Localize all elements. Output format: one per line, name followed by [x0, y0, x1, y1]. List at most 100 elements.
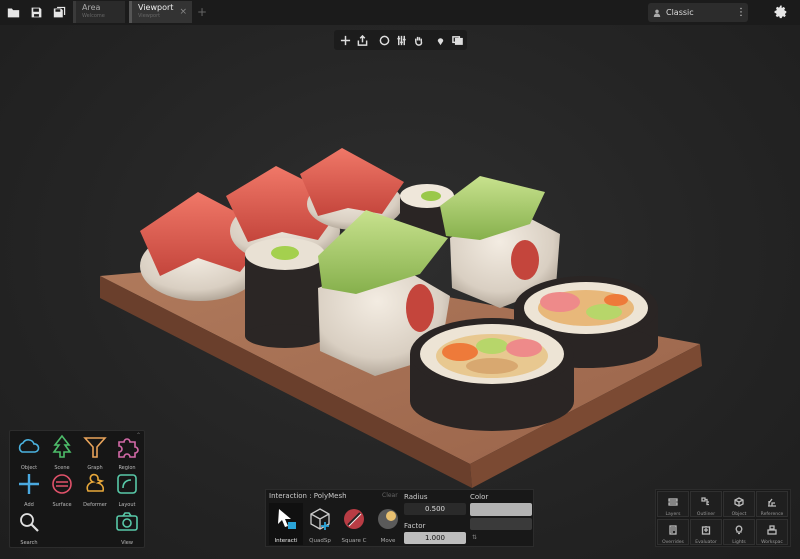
evaluator-icon — [701, 526, 711, 535]
close-icon[interactable]: × — [179, 7, 187, 17]
button-label: Overrides — [662, 540, 684, 545]
user-icon — [653, 9, 661, 17]
export-icon[interactable] — [355, 32, 370, 48]
surface-icon — [52, 474, 72, 494]
search-icon — [20, 513, 39, 532]
object-button[interactable]: Object — [723, 491, 755, 517]
palette-item-surface[interactable]: Surface — [46, 471, 78, 508]
windows-icon[interactable] — [450, 32, 465, 48]
layout-icon — [117, 474, 137, 494]
palette-label: Layout — [118, 502, 136, 508]
workspace-icon — [767, 525, 777, 535]
button-label: Layers — [665, 512, 681, 517]
cucumber-maki — [245, 238, 325, 348]
tab-area[interactable]: Area Welcome — [73, 1, 125, 23]
palette-item-view[interactable]: View — [111, 509, 143, 546]
palette-item-deformer[interactable]: Deformer — [79, 471, 111, 508]
factor-label: Factor — [404, 522, 426, 530]
viewport-toolbar — [334, 30, 467, 50]
palette-item-add[interactable]: Add — [13, 471, 45, 508]
button-label: Lights — [732, 540, 746, 545]
more-icon[interactable]: ⋮ — [734, 7, 748, 18]
tool-move[interactable]: Move — [371, 503, 405, 545]
save-icon[interactable] — [26, 3, 46, 23]
cloud-icon — [18, 439, 40, 453]
tool-label: Square C — [341, 538, 367, 544]
reference-icon — [768, 498, 776, 507]
outliner-icon — [701, 497, 709, 506]
tool-palette: ⌃ Object Scene Graph Region Add Surface … — [9, 430, 145, 548]
hand-icon[interactable] — [411, 32, 426, 48]
evaluator-button[interactable]: Evaluator — [690, 519, 722, 545]
bulb-icon — [735, 525, 743, 535]
pin-icon[interactable] — [433, 32, 448, 48]
cursor-icon — [278, 509, 296, 529]
puzzle-icon — [118, 438, 139, 458]
factor-field[interactable]: 1.000 — [404, 532, 466, 544]
radius-label: Radius — [404, 493, 428, 501]
camera-icon — [116, 512, 138, 531]
button-label: Evaluator — [695, 540, 717, 545]
sphere-icon[interactable] — [377, 32, 392, 48]
outliner-button[interactable]: Outliner — [690, 491, 722, 517]
palette-label: Deformer — [83, 502, 107, 508]
button-label: Workspac — [761, 540, 783, 545]
tree-icon — [52, 434, 72, 458]
palette-item-scene[interactable]: Scene — [46, 434, 78, 471]
futomaki-roll — [410, 318, 574, 431]
palette-item-region[interactable]: Region — [111, 434, 143, 471]
save-all-icon[interactable] — [49, 3, 69, 23]
tool-label: Interacti — [274, 538, 298, 544]
swap-icon[interactable]: ⇅ — [472, 534, 477, 541]
radius-field[interactable]: 0.500 — [404, 503, 466, 515]
add-tab-button[interactable]: + — [197, 5, 207, 19]
folder-icon[interactable] — [3, 3, 23, 23]
top-bar: Area Welcome Viewport Viewport × + Class… — [0, 0, 800, 25]
workspace-button[interactable]: Workspac — [756, 519, 788, 545]
tool-quadsphere[interactable]: QuadSp — [303, 503, 337, 545]
mode-select[interactable]: Classic ⋮ — [648, 3, 748, 22]
interaction-title: Interaction : PolyMesh — [269, 492, 347, 500]
tool-square[interactable]: Square C — [337, 503, 371, 545]
palette-item-object[interactable]: Object — [13, 434, 45, 471]
palette-label: View — [121, 540, 133, 546]
tab-subtitle: Welcome — [82, 13, 105, 19]
palette-item-layout[interactable]: Layout — [111, 471, 143, 508]
gear-icon[interactable] — [774, 5, 788, 19]
tab-viewport[interactable]: Viewport Viewport × — [129, 1, 192, 23]
button-label: Reference — [760, 512, 784, 517]
move-sphere-icon — [378, 509, 398, 529]
graph-icon — [83, 437, 107, 458]
tool-label: QuadSp — [309, 538, 331, 544]
add-icon[interactable] — [338, 32, 353, 48]
button-label: Object — [731, 512, 747, 517]
duck-icon — [86, 473, 105, 492]
overrides-button[interactable]: Overrides — [657, 519, 689, 545]
sliders-icon[interactable] — [394, 32, 409, 48]
tool-interaction[interactable]: Interacti — [269, 503, 303, 545]
clear-button[interactable]: Clear — [382, 492, 398, 499]
palette-item-graph[interactable]: Graph — [79, 434, 111, 471]
button-label: Outliner — [696, 512, 716, 517]
mode-label: Classic — [666, 8, 694, 17]
interaction-panel: Interaction : PolyMesh Clear Interacti Q… — [265, 489, 534, 547]
plus-icon — [19, 474, 39, 494]
overrides-icon — [669, 525, 677, 535]
brush-sphere-icon — [344, 509, 364, 529]
layers-button[interactable]: Layers — [657, 491, 689, 517]
palette-item-search[interactable]: Search — [13, 509, 45, 546]
palette-label: Surface — [52, 502, 72, 508]
color-swatch-secondary[interactable] — [470, 518, 532, 530]
palette-label: Add — [24, 502, 34, 508]
cube-icon — [734, 497, 744, 507]
layers-icon — [668, 498, 678, 506]
reference-button[interactable]: Reference — [756, 491, 788, 517]
tab-title: Area — [82, 3, 101, 12]
color-label: Color — [470, 493, 489, 501]
tool-label: Move — [380, 538, 396, 544]
color-swatch[interactable] — [470, 503, 532, 516]
app-window: Area Welcome Viewport Viewport × + Class… — [0, 0, 800, 559]
palette-label: Search — [20, 540, 38, 546]
panel-switcher: Layers Outliner Object Reference Overrid… — [655, 489, 791, 547]
lights-button[interactable]: Lights — [723, 519, 755, 545]
